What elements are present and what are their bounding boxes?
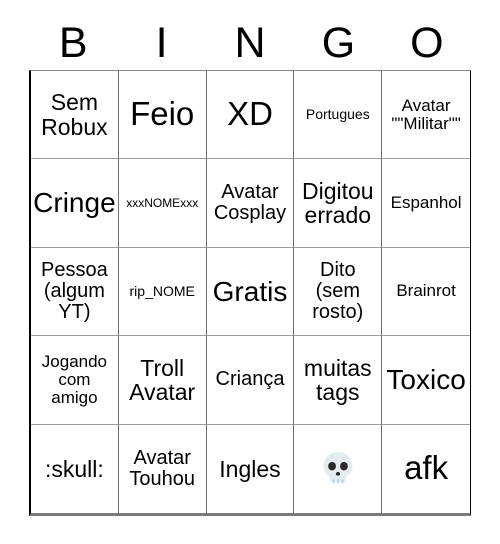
- bingo-cell-label: muitas tags: [303, 354, 372, 405]
- bingo-cell-label: Brainrot: [396, 281, 456, 301]
- bingo-cell-label: Troll Avatar: [129, 354, 196, 405]
- bingo-cell-r5c4[interactable]: [294, 424, 383, 513]
- bingo-cell-label: :skull:: [45, 455, 104, 482]
- bingo-cell-label: Dito (sem rosto): [312, 258, 364, 324]
- bingo-header-letter-b: B: [58, 19, 88, 67]
- bingo-header-letter-g: G: [321, 19, 356, 67]
- bingo-cell-r1c2[interactable]: Feio: [118, 71, 207, 160]
- bingo-cell-label: Feio: [130, 95, 195, 133]
- bingo-cell-r1c5[interactable]: Avatar ""Militar"": [382, 71, 470, 160]
- bingo-header-letter-i: I: [155, 19, 168, 67]
- bingo-header-row: B I N G O: [29, 17, 471, 70]
- bingo-cell-r5c5[interactable]: afk: [382, 424, 470, 513]
- bingo-cell-r2c1[interactable]: Cringe: [31, 159, 119, 248]
- bingo-cell-r4c1[interactable]: Jogando com amigo: [31, 336, 119, 425]
- bingo-cell-r2c2[interactable]: xxxNOMExxx: [118, 159, 207, 248]
- bingo-cell-r5c3[interactable]: Ingles: [206, 424, 295, 513]
- bingo-cell-r2c5[interactable]: Espanhol: [382, 159, 470, 248]
- bingo-cell-label: Jogando com amigo: [41, 351, 108, 407]
- bingo-card: B I N G O Sem Robux Feio XD Portugues Avatar…: [0, 0, 500, 544]
- bingo-cell-label: Portugues: [305, 106, 370, 123]
- bingo-cell-label: afk: [404, 449, 449, 487]
- bingo-cell-r2c4[interactable]: Digitou errado: [294, 159, 383, 248]
- bingo-grid: Sem Robux Feio XD Portugues Avatar ""Militar…: [29, 70, 471, 516]
- bingo-cell-label: Toxico: [386, 364, 466, 396]
- bingo-cell-label: XD: [227, 95, 273, 133]
- bingo-cell-label: Avatar Cosplay: [213, 180, 287, 225]
- bingo-cell-label: Sem Robux: [41, 89, 108, 140]
- bingo-cell-label: Espanhol: [390, 193, 462, 213]
- bingo-header-letter-o: O: [410, 19, 444, 67]
- bingo-cell-r5c2[interactable]: Avatar Touhou: [118, 424, 207, 513]
- bingo-cell-r3c2[interactable]: rip_NOME: [118, 247, 207, 337]
- bingo-cell-label: xxxNOMExxx: [126, 195, 199, 210]
- bingo-cell-r4c5[interactable]: Toxico: [382, 336, 470, 425]
- bingo-cell-r3c4[interactable]: Dito (sem rosto): [294, 247, 383, 337]
- bingo-cell-r2c3[interactable]: Avatar Cosplay: [206, 159, 295, 248]
- bingo-cell-r4c2[interactable]: Troll Avatar: [118, 336, 207, 425]
- bingo-cell-label: Avatar ""Militar"": [391, 95, 461, 133]
- bingo-cell-r3c3[interactable]: Gratis: [206, 247, 295, 337]
- bingo-cell-label: Ingles: [219, 455, 281, 482]
- bingo-cell-r4c3[interactable]: Criança: [206, 336, 295, 425]
- bingo-cell-r1c4[interactable]: Portugues: [294, 71, 383, 160]
- bingo-cell-r1c1[interactable]: Sem Robux: [31, 71, 119, 160]
- bingo-cell-label: Criança: [215, 368, 285, 391]
- bingo-cell-r4c4[interactable]: muitas tags: [294, 336, 383, 425]
- bingo-cell-r5c1[interactable]: :skull:: [31, 424, 119, 513]
- bingo-cell-label: Avatar Touhou: [129, 446, 195, 490]
- bingo-cell-label: Cringe: [33, 187, 116, 219]
- skull-emoji-icon: [296, 449, 379, 489]
- bingo-cell-label: Pessoa (algum YT): [41, 258, 108, 324]
- bingo-cell-label: Digitou errado: [301, 177, 374, 229]
- bingo-cell-label: Gratis: [212, 275, 288, 307]
- bingo-cell-r3c5[interactable]: Brainrot: [382, 247, 470, 337]
- bingo-header-letter-n: N: [234, 19, 266, 67]
- bingo-cell-r1c3[interactable]: XD: [206, 71, 295, 160]
- bingo-cell-label: rip_NOME: [129, 283, 195, 300]
- bingo-cell-r3c1[interactable]: Pessoa (algum YT): [31, 247, 119, 337]
